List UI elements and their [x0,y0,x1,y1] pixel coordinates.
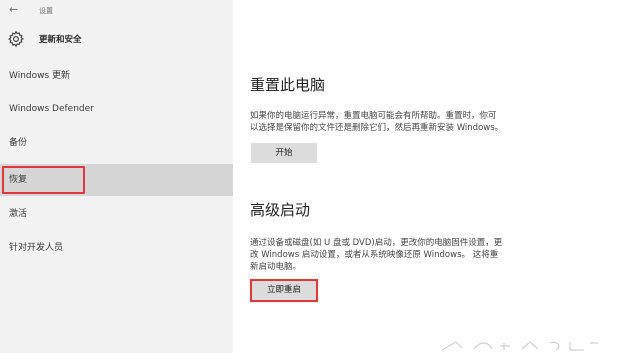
advanced-startup-description-line-3: 新启动电脑。 [250,262,302,272]
section-title: 更新和安全 [39,35,82,45]
sidebar-item-label: 恢复 [9,175,28,185]
gear-icon [8,30,24,48]
advanced-startup-description-line-1: 通过设备或磁盘(如 U 盘或 DVD)启动，更改你的电脑固件设置，更 [250,238,503,248]
sidebar-item-label: 备份 [9,138,28,148]
sidebar-item-label: 激活 [9,209,28,219]
sidebar-item-activation[interactable]: 激活 [0,198,233,230]
sidebar-item-windows-update[interactable]: Windows 更新 [0,60,233,92]
reset-pc-heading: 重置此电脑 [250,76,326,94]
main-content: 重置此电脑 如果你的电脑运行异常，重置电脑可能会有所帮助。重置时，你可 以选择是… [233,0,618,353]
reset-pc-description-line-1: 如果你的电脑运行异常，重置电脑可能会有所帮助。重置时，你可 [250,111,497,121]
start-button[interactable]: 开始 [251,143,317,163]
watermark [441,341,598,351]
title-bar: ← 设置 [0,0,233,24]
reset-pc-description-line-2: 以选择是保留你的文件还是删除它们，然后再重新安装 Windows。 [250,123,504,133]
window-title: 设置 [39,7,53,15]
sidebar-item-backup[interactable]: 备份 [0,127,233,159]
sidebar-item-recovery[interactable]: 恢复 [0,164,233,196]
sidebar-item-label: Windows Defender [9,104,94,114]
advanced-startup-heading: 高级启动 [250,201,311,219]
sidebar: ← 设置 更新和安全 Windows 更新 Windows Defender 备… [0,0,233,353]
sidebar-item-label: 针对开发人员 [9,243,64,253]
sidebar-item-windows-defender[interactable]: Windows Defender [0,93,233,125]
restart-now-button[interactable]: 立即重启 [250,279,318,302]
sidebar-item-developers[interactable]: 针对开发人员 [0,232,233,264]
sidebar-item-label: Windows 更新 [9,71,71,81]
advanced-startup-description-line-2: 改 Windows 启动设置，或者从系统映像还原 Windows。 这将重 [250,250,499,260]
back-arrow-icon[interactable]: ← [9,3,18,16]
